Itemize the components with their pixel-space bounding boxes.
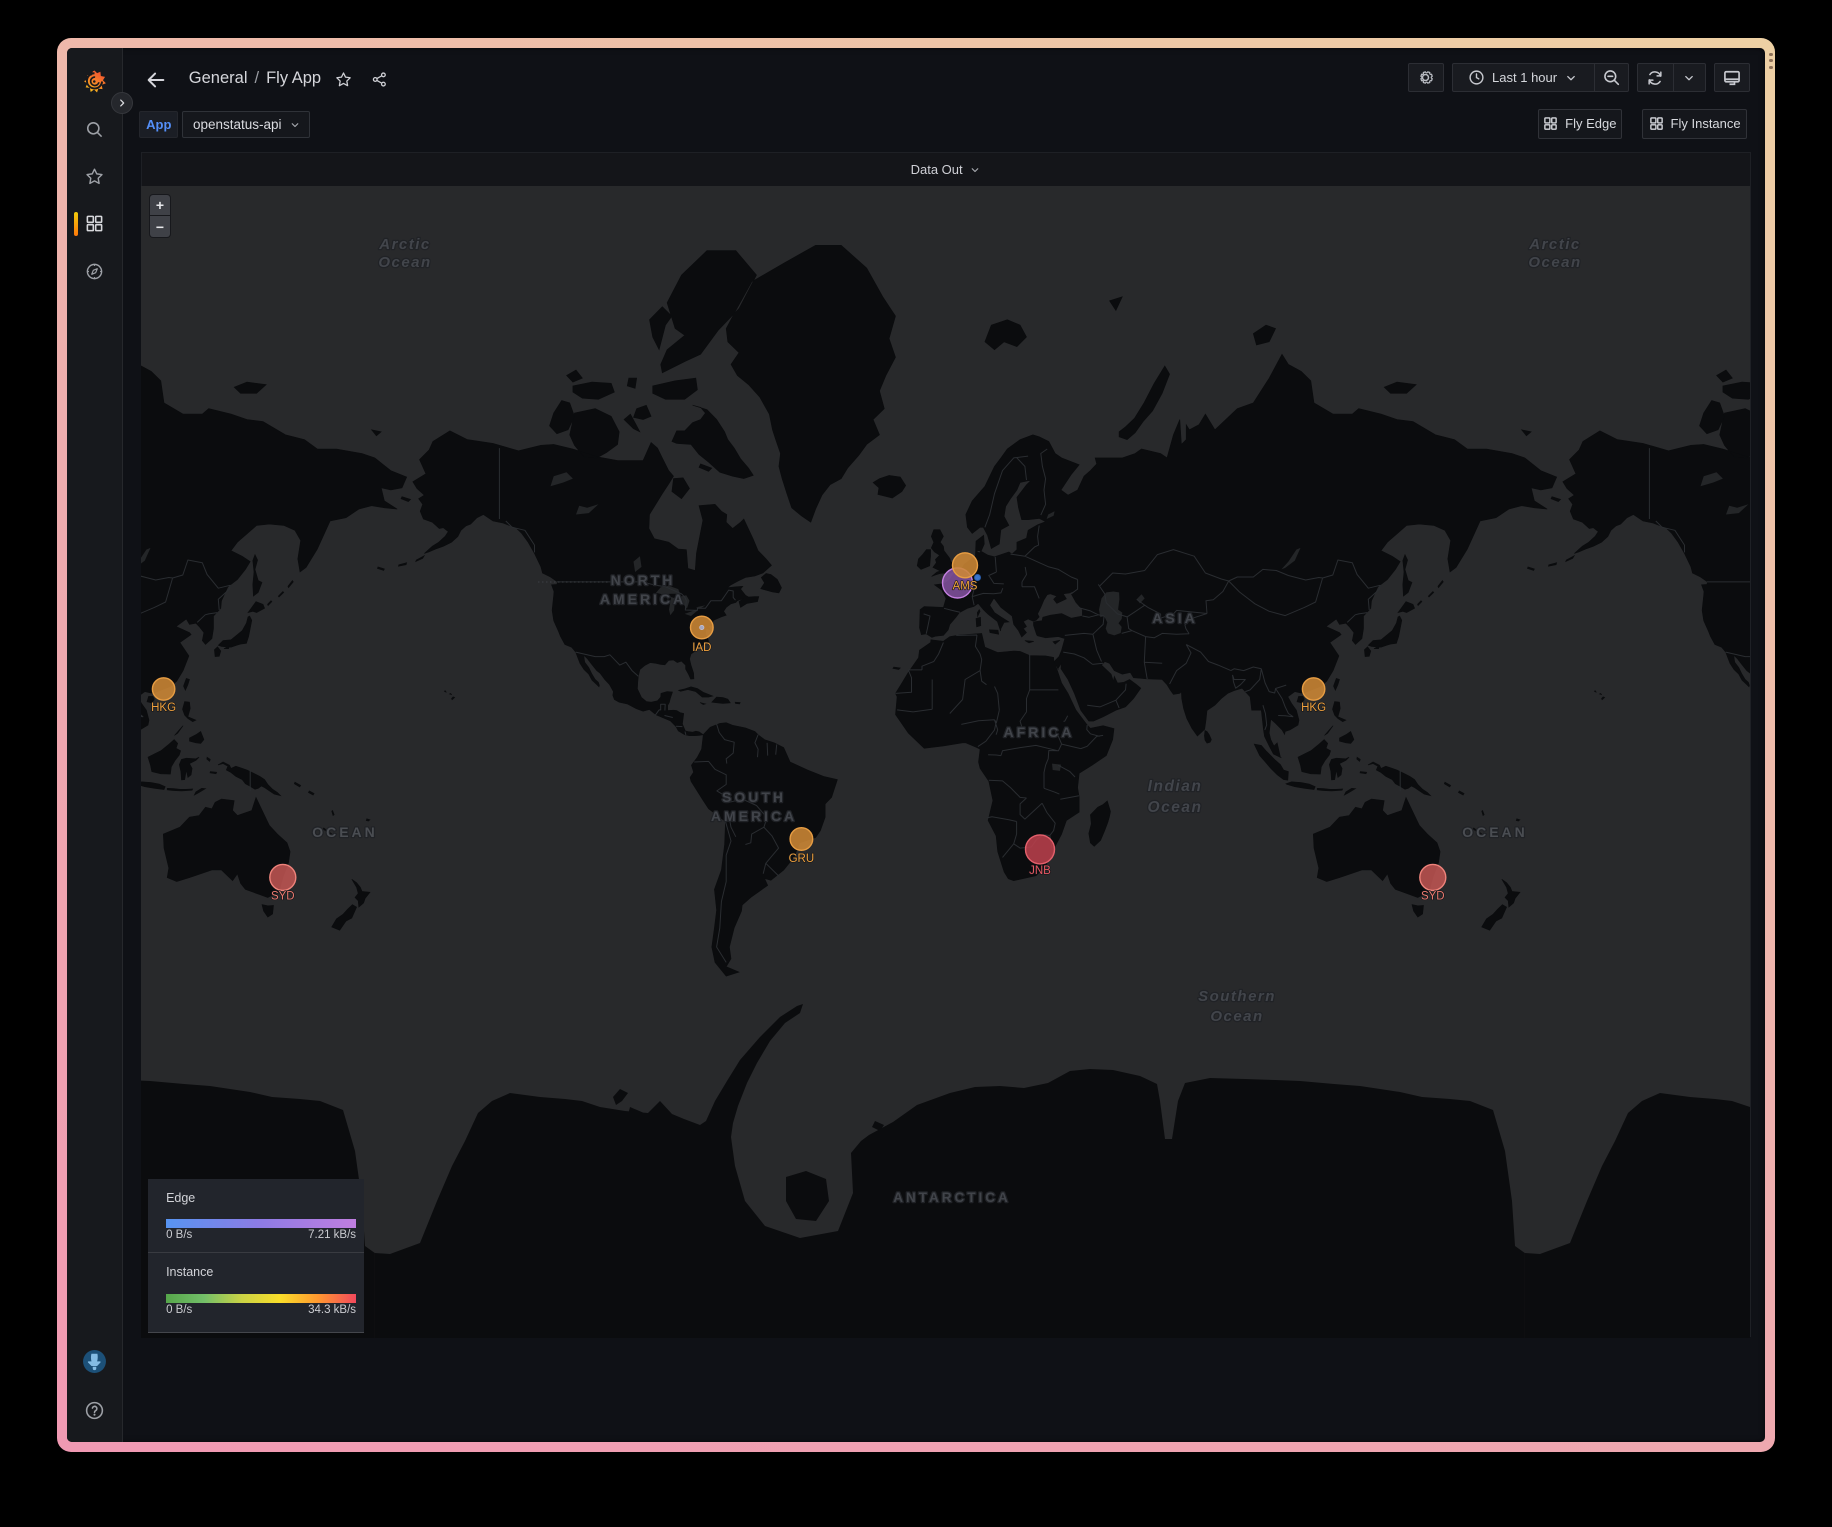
svg-text:JNB: JNB (1029, 865, 1051, 877)
svg-text:Ocean: Ocean (378, 254, 431, 271)
svg-text:Ocean: Ocean (1528, 254, 1581, 271)
svg-text:Arctic: Arctic (378, 236, 431, 253)
svg-text:NORTH: NORTH (611, 572, 676, 588)
svg-text:AFRICA: AFRICA (1004, 724, 1075, 740)
svg-text:GRU: GRU (789, 853, 815, 865)
svg-text:Ocean: Ocean (1210, 1008, 1263, 1025)
svg-text:IAD: IAD (692, 642, 711, 654)
svg-text:AMS: AMS (953, 580, 978, 592)
svg-text:HKG: HKG (151, 702, 176, 714)
svg-text:Arctic: Arctic (1528, 236, 1581, 253)
svg-text:SOUTH: SOUTH (722, 789, 786, 805)
svg-text:AMERICA: AMERICA (600, 591, 686, 607)
svg-text:SYD: SYD (1421, 890, 1445, 902)
svg-text:Ocean: Ocean (1148, 799, 1203, 816)
svg-text:SYD: SYD (271, 890, 295, 902)
svg-text:HKG: HKG (1301, 702, 1326, 714)
svg-text:ANTARCTICA: ANTARCTICA (893, 1190, 1011, 1205)
svg-text:AMERICA: AMERICA (711, 808, 797, 824)
svg-text:OCEAN: OCEAN (1462, 824, 1528, 840)
svg-text:Southern: Southern (1198, 988, 1276, 1005)
svg-text:OCEAN: OCEAN (312, 824, 378, 840)
svg-text:ASIA: ASIA (1152, 610, 1197, 626)
svg-text:Indian: Indian (1148, 778, 1203, 795)
